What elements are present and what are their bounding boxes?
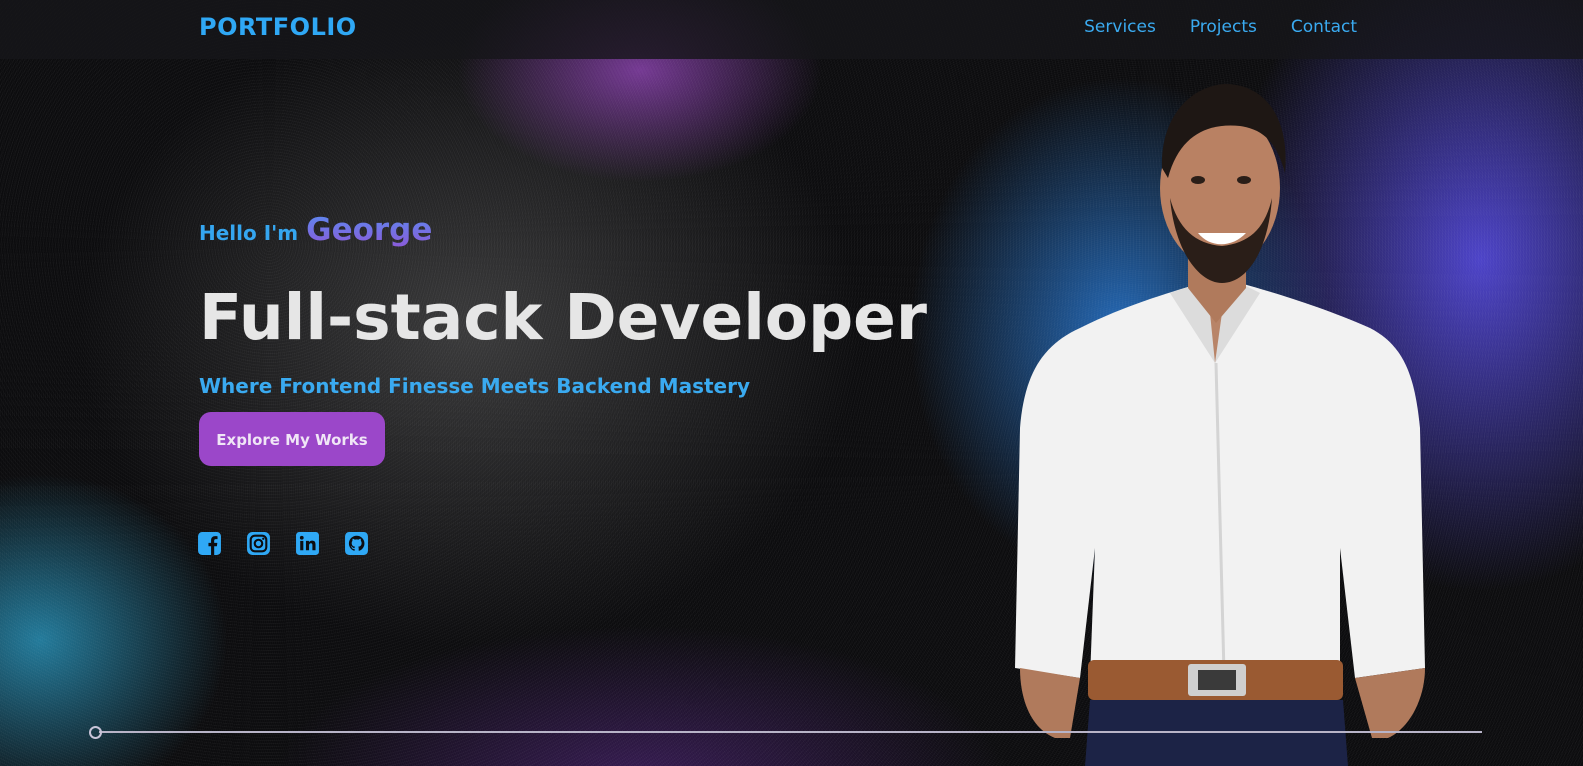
social-links — [197, 531, 369, 556]
nav-link-services[interactable]: Services — [1084, 17, 1156, 37]
timeline-track — [99, 731, 1482, 733]
facebook-icon[interactable] — [197, 531, 222, 556]
scroll-timeline — [89, 726, 1489, 740]
hero-subtitle: Where Frontend Finesse Meets Backend Mas… — [199, 374, 751, 398]
navbar: PORTFOLIO Services Projects Contact — [0, 0, 1583, 59]
linkedin-icon[interactable] — [295, 531, 320, 556]
greeting: Hello I'm George — [199, 212, 999, 258]
hero-title: Full-stack Developer — [199, 281, 927, 354]
instagram-icon[interactable] — [246, 531, 271, 556]
nav-link-contact[interactable]: Contact — [1291, 17, 1357, 37]
nav-link-projects[interactable]: Projects — [1190, 17, 1257, 37]
explore-works-button[interactable]: Explore My Works — [199, 412, 385, 466]
greeting-name: George — [306, 212, 433, 248]
github-icon[interactable] — [344, 531, 369, 556]
portfolio-page: PORTFOLIO Services Projects Contact Hell… — [0, 0, 1583, 766]
site-logo[interactable]: PORTFOLIO — [199, 13, 357, 41]
timeline-knob[interactable] — [89, 726, 102, 739]
profile-photo — [1015, 84, 1425, 766]
greeting-text: Hello I'm — [199, 221, 299, 245]
nav-links: Services Projects Contact — [1084, 17, 1357, 37]
hero-section: Hello I'm George Full-stack Developer Wh… — [199, 212, 999, 466]
